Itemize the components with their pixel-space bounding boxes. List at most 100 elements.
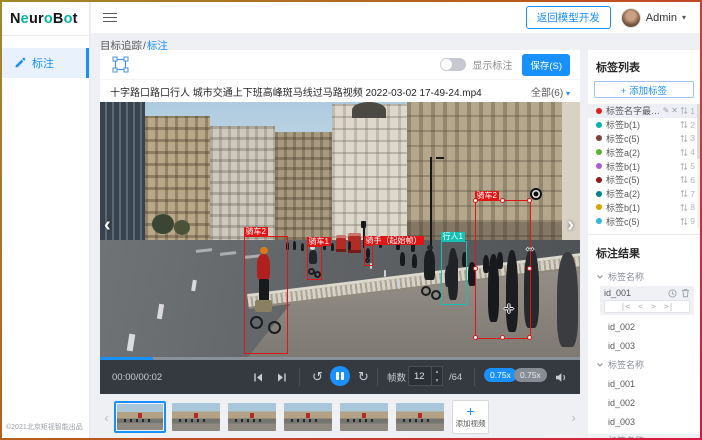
sort-icon[interactable] (680, 175, 688, 184)
screenshot-frame: NeuroBot 标注 ©2021北京矩视智能出品 返回模型开发 Admin ▾… (0, 0, 702, 440)
volume-icon[interactable] (555, 360, 568, 394)
annotation-box[interactable]: 行人1 (441, 241, 467, 305)
speed-pill-active[interactable]: 0.75x (484, 368, 517, 382)
trash-icon[interactable] (681, 288, 690, 298)
copyright-text: ©2021北京矩视智能出品 (6, 422, 83, 432)
pause-button[interactable] (330, 366, 350, 386)
sort-icon[interactable] (680, 217, 688, 226)
result-item-selected[interactable]: id_001 |< < > >| (600, 286, 694, 315)
resize-handle[interactable] (527, 198, 532, 203)
forward-10-button[interactable]: ↻ (358, 360, 369, 394)
tag-color-dot (596, 218, 602, 224)
resize-handle[interactable] (527, 266, 532, 271)
tag-row[interactable]: 标签b(1) ✎ ✕ 2 (588, 118, 700, 132)
annotation-toolbar: 显示标注 保存(S) (100, 50, 580, 80)
result-item[interactable]: id_003 (588, 412, 700, 431)
video-title: 十字路口路口行人 城市交通上下班高峰斑马线过马路视频 2022-03-02 17… (110, 84, 482, 99)
sort-icon[interactable] (680, 134, 688, 143)
result-item[interactable]: id_002 (588, 393, 700, 412)
show-annotation-toggle[interactable] (440, 58, 466, 71)
resize-handle[interactable] (473, 335, 478, 340)
result-item[interactable]: id_001 (588, 374, 700, 393)
result-item-id: id_001 (604, 288, 664, 298)
delete-tag-icon[interactable]: ✕ (671, 106, 678, 115)
resize-handle[interactable] (527, 335, 532, 340)
tag-row[interactable]: 标签a(2) ✎ ✕ 7 (588, 187, 700, 201)
show-annotation-label: 显示标注 (472, 57, 512, 72)
thumbs-next-arrow[interactable]: › (567, 410, 580, 425)
sort-icon[interactable] (680, 106, 688, 115)
filter-dropdown[interactable]: 全部(6) ▾ (531, 84, 570, 99)
sort-icon[interactable] (680, 162, 688, 171)
next-video-arrow[interactable]: › (567, 214, 574, 237)
video-canvas[interactable]: 骑车2骑车1骑手（起始帧）骑车2行人1 ‹ › ✛ ↔ (100, 102, 580, 357)
scrollbar[interactable] (697, 104, 700, 228)
frame-number-input[interactable]: 12 ▲▼ (408, 366, 443, 386)
user-menu[interactable]: Admin ▾ (621, 8, 686, 28)
bbox-tool-icon[interactable] (112, 56, 129, 73)
prev-frame-button[interactable] (253, 360, 264, 394)
resize-handle[interactable] (473, 198, 478, 203)
resize-handle[interactable] (500, 198, 505, 203)
edit-tag-icon[interactable]: ✎ (663, 106, 670, 115)
speed-pill-inactive[interactable]: 0.75x (514, 368, 547, 382)
collapse-menu-icon[interactable] (103, 10, 117, 25)
next-frame-button[interactable] (276, 360, 287, 394)
tag-shortcut: 4 (689, 147, 695, 157)
tag-color-dot (596, 163, 602, 169)
prev-page-icon[interactable]: < (638, 303, 643, 311)
annotation-box[interactable]: 骑车1 (307, 246, 322, 280)
last-page-icon[interactable]: >| (664, 303, 674, 311)
sort-icon[interactable] (680, 189, 688, 198)
tag-row[interactable]: 标签b(1) ✎ ✕ 5 (588, 159, 700, 173)
frame-stepper[interactable]: ▲▼ (431, 367, 442, 385)
resize-handle[interactable] (500, 335, 505, 340)
tag-name: 标签a(2) (606, 146, 680, 159)
video-control-bar: 00:00/00:02 ↺ ↻ 帧数 12 ▲▼ /64 0.75x 0.75x (100, 357, 580, 394)
sidebar-item-annotate[interactable]: 标注 (2, 48, 89, 78)
tag-row[interactable]: 标签b(1) ✎ ✕ 8 (588, 201, 700, 215)
tag-row[interactable]: 标签c(5) ✎ ✕ 9 (588, 214, 700, 228)
result-group-header[interactable]: 标签名称 (588, 355, 700, 374)
prev-video-arrow[interactable]: ‹ (104, 214, 111, 237)
add-tag-button[interactable]: + 添加标签 (594, 81, 694, 98)
rewind-10-button[interactable]: ↺ (312, 360, 323, 394)
video-thumbnail[interactable] (170, 401, 222, 433)
first-page-icon[interactable]: |< (621, 303, 631, 311)
result-item[interactable]: id_003 (588, 336, 700, 355)
target-marker-icon[interactable] (530, 188, 542, 200)
chevron-down-icon: ▾ (682, 13, 686, 22)
annotation-box[interactable]: 骑手（起始帧） (364, 245, 373, 266)
history-icon[interactable] (668, 289, 677, 298)
seek-bar[interactable] (100, 357, 580, 360)
tag-row[interactable]: 标签c(5) ✎ ✕ 3 (588, 132, 700, 146)
annotation-box[interactable]: 骑车2 (244, 236, 288, 354)
result-group: 标签名称 id_001 |< < > >| id_002 id_003 (588, 267, 700, 355)
back-to-model-dev-button[interactable]: 返回模型开发 (526, 6, 611, 29)
sort-icon[interactable] (680, 148, 688, 157)
brand-letter: u (29, 11, 38, 27)
tag-row[interactable]: 标签名字最长数... ✎ ✕ 1 (588, 104, 700, 118)
tag-row[interactable]: 标签a(2) ✎ ✕ 4 (588, 145, 700, 159)
resize-handle[interactable] (473, 266, 478, 271)
video-thumbnail[interactable] (114, 401, 166, 433)
annotation-box[interactable]: 骑车2 (475, 200, 531, 339)
tag-row[interactable]: 标签c(5) ✎ ✕ 6 (588, 173, 700, 187)
chevron-icon (596, 361, 604, 369)
result-group-header[interactable]: 标签名称 (588, 431, 700, 438)
video-thumbnail[interactable] (226, 401, 278, 433)
save-button[interactable]: 保存(S) (522, 54, 570, 76)
video-thumbnail[interactable] (338, 401, 390, 433)
next-page-icon[interactable]: > (651, 303, 656, 311)
tag-color-dot (596, 204, 602, 210)
sidebar-item-label: 标注 (32, 55, 54, 71)
video-thumbnail[interactable] (282, 401, 334, 433)
thumbs-prev-arrow[interactable]: ‹ (100, 410, 113, 425)
sort-icon[interactable] (680, 120, 688, 129)
top-header: 返回模型开发 Admin ▾ (91, 2, 700, 34)
video-thumbnail[interactable] (394, 401, 446, 433)
result-group-header[interactable]: 标签名称 (588, 267, 700, 286)
sort-icon[interactable] (680, 203, 688, 212)
result-item[interactable]: id_002 (588, 317, 700, 336)
add-video-button[interactable]: + 添加视频 (452, 400, 489, 434)
